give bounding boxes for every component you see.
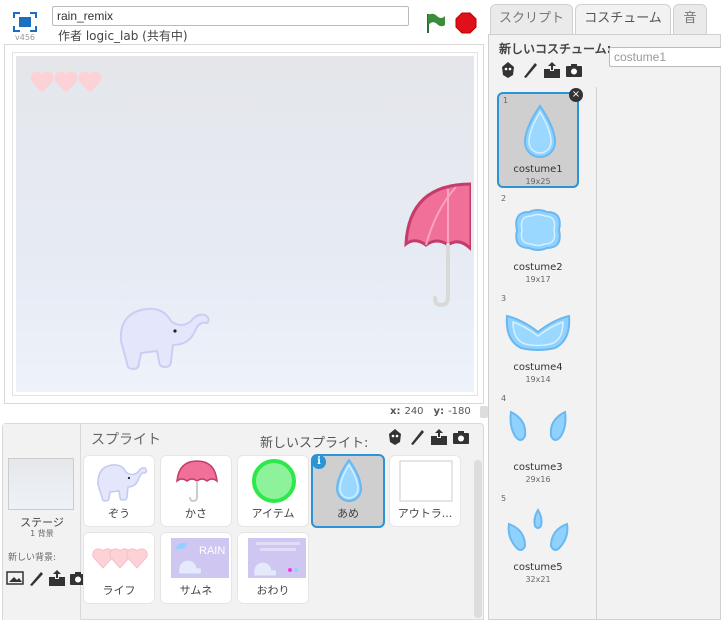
sprite-tile-label: サムネ	[179, 584, 213, 597]
collapse-arrow-icon[interactable]	[480, 406, 488, 418]
sprite-tile-item[interactable]: アイテム	[237, 455, 309, 527]
choose-sprite-library-icon[interactable]	[386, 428, 404, 446]
new-sprite-label: 新しいスプライト:	[260, 436, 369, 451]
elephant-sprite	[119, 307, 210, 371]
sprite-tile-umbrella[interactable]: かさ	[160, 455, 232, 527]
y-value: -180	[448, 406, 471, 417]
costume-item[interactable]: 5 costume5 32x21	[497, 492, 579, 588]
umbrella-icon	[176, 460, 218, 503]
outline-frame-icon	[399, 460, 453, 502]
choose-costume-library-icon[interactable]	[499, 61, 517, 79]
splash-costume-icon	[505, 314, 571, 351]
camera-costume-icon[interactable]	[565, 61, 583, 79]
green-circle-icon	[252, 459, 296, 503]
sprite-tile-elephant[interactable]: ぞう	[83, 455, 155, 527]
elephant-icon	[97, 464, 148, 502]
costume-item[interactable]: 2 costume2 19x17	[497, 192, 579, 288]
tab-costumes[interactable]: コスチューム	[575, 4, 671, 37]
upload-costume-icon[interactable]	[543, 61, 561, 79]
ending-art-icon	[248, 538, 306, 578]
choose-backdrop-library-icon[interactable]	[6, 569, 24, 587]
splat-costume-icon	[515, 209, 561, 251]
sprite-tile-label: ライフ	[102, 584, 136, 597]
camera-sprite-icon[interactable]	[452, 428, 470, 446]
stage-frame	[4, 44, 484, 404]
sprite-tile-thumbnail[interactable]: RAIN サムネ	[160, 532, 232, 604]
costume-size: 29x16	[525, 475, 551, 484]
thumbnail-art-icon: RAIN	[171, 538, 229, 578]
tab-scripts[interactable]: スクリプト	[490, 4, 573, 34]
sprite-tile-raindrop[interactable]: i あめ	[311, 454, 385, 528]
costume-name: costume4	[513, 362, 563, 373]
project-header: v456 作者 logic_lab (共有中)	[0, 0, 486, 44]
costume-name: costume5	[513, 562, 563, 573]
umbrella-sprite	[404, 182, 471, 308]
costume-name: costume2	[513, 262, 563, 273]
life-hearts	[30, 71, 102, 93]
costume-item[interactable]: 4 costume3 29x16	[497, 392, 579, 488]
editor-tabs: スクリプト コスチューム 音	[488, 0, 721, 37]
x-label: x:	[390, 406, 401, 417]
sprite-tile-label: ぞう	[108, 507, 130, 520]
new-sprite-tools	[386, 428, 470, 446]
raindrop-icon	[335, 459, 363, 502]
stage-column[interactable]: ステージ 1 背景 新しい背景:	[3, 424, 86, 620]
sprite-pane: ステージ 1 背景 新しい背景: スプライト 新しいスプライト: ぞう かさ ア…	[2, 423, 484, 620]
upload-sprite-icon[interactable]	[430, 428, 448, 446]
new-backdrop-label: 新しい背景:	[8, 553, 57, 563]
costume-size: 19x14	[525, 375, 551, 384]
tab-sounds[interactable]: 音	[673, 4, 707, 34]
costume-editor: 新しいコスチューム: 1 × costume1 19x25 2 costume2…	[488, 34, 721, 620]
y-label: y:	[433, 406, 445, 417]
paint-costume-icon[interactable]	[521, 61, 539, 79]
hearts-icon	[92, 548, 148, 569]
new-costume-label: 新しいコスチューム:	[499, 42, 612, 56]
thumbnail-rain-text: RAIN	[199, 545, 225, 557]
author-line: 作者 logic_lab (共有中)	[58, 29, 188, 43]
costume-size: 32x21	[525, 575, 551, 584]
sprite-tile-ending[interactable]: おわり	[237, 532, 309, 604]
costume-name: costume1	[513, 164, 563, 175]
fullscreen-icon[interactable]	[13, 12, 37, 32]
version-label: v456	[15, 33, 36, 42]
mouse-coordinates: x: 240 y: -180	[390, 406, 481, 417]
x-value: 240	[404, 406, 424, 417]
stop-icon[interactable]	[455, 12, 477, 34]
costume-item[interactable]: 1 × costume1 19x25	[497, 88, 583, 188]
costume-name: costume3	[513, 462, 563, 473]
sprite-tile-label: あめ	[337, 507, 359, 520]
stage-thumbnail[interactable]	[8, 458, 74, 510]
sprite-tile-outline[interactable]: アウトラ...	[389, 455, 461, 527]
paint-backdrop-icon[interactable]	[27, 569, 45, 587]
sprite-tile-life[interactable]: ライフ	[83, 532, 155, 604]
new-backdrop-tools	[6, 569, 87, 587]
new-costume-tools	[499, 61, 583, 79]
costume-size: 19x25	[525, 177, 551, 186]
raindrop-costume-icon	[523, 104, 557, 158]
sprite-tile-label: アウトラ...	[397, 507, 453, 520]
upload-backdrop-icon[interactable]	[48, 569, 66, 587]
three-drops-costume-icon	[507, 508, 569, 551]
sprites-title: スプライト	[91, 432, 161, 448]
stage-canvas[interactable]	[12, 52, 478, 396]
stage-backdrop-count: 1 背景	[30, 529, 54, 538]
sprite-tile-label: かさ	[185, 507, 207, 520]
sprite-list-scrollbar[interactable]	[474, 460, 482, 618]
costume-name-input[interactable]	[609, 47, 721, 67]
costume-size: 19x17	[525, 275, 551, 284]
delete-costume-icon[interactable]: ×	[569, 88, 583, 102]
costume-list: 1 × costume1 19x25 2 costume2 19x17 3 co…	[489, 87, 597, 620]
green-flag-icon[interactable]	[424, 12, 446, 34]
two-drops-costume-icon	[509, 410, 567, 441]
project-title-input[interactable]	[52, 6, 409, 26]
paint-sprite-icon[interactable]	[408, 428, 426, 446]
sprite-tile-label: アイテム	[251, 507, 295, 520]
sprite-tile-label: おわり	[256, 584, 290, 597]
costume-item[interactable]: 3 costume4 19x14	[497, 292, 579, 388]
